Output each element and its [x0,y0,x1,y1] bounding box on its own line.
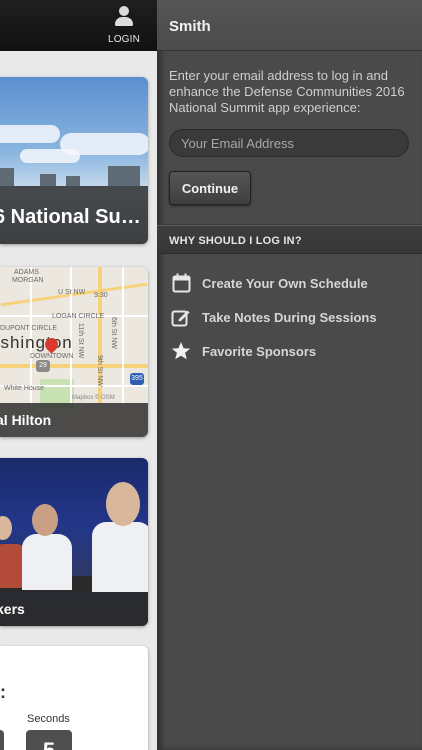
list-item: Favorite Sponsors [171,334,422,368]
feature-label: Create Your Own Schedule [202,275,368,291]
email-field[interactable] [169,129,409,157]
login-button[interactable]: LOGIN [103,6,145,46]
login-label: LOGIN [107,34,141,45]
map-label: 9th St NW [96,355,103,387]
star-icon [171,341,191,361]
map-label: 9:30 [94,292,108,299]
map-label: MORGAN [12,277,44,284]
list-item: Create Your Own Schedule [171,266,422,300]
map-attribution: Mapbox © OSM [72,395,115,401]
map-label: LOGAN CIRCLE [52,313,105,320]
map-street [122,267,124,403]
drawer-title: Smith [169,18,211,35]
person-image [92,522,148,592]
building-image [0,168,14,186]
person-image [106,482,140,526]
map-road [0,364,148,368]
login-intro-text: Enter your email address to log in and e… [169,68,405,115]
feature-list: Create Your Own Schedule Take Notes Duri… [157,254,422,368]
seconds-value: 5 [26,730,72,750]
main-content: LOGIN 6 National Su… ADAMS MORGAN U St N… [0,0,157,750]
person-image [22,534,72,590]
feature-label: Take Notes During Sessions [202,309,377,325]
seconds-label: Seconds [27,713,70,725]
card-caption: 6 National Su… [0,186,148,244]
list-item: Take Notes During Sessions [171,300,422,334]
person-image [0,516,12,540]
cloud-image [0,125,60,143]
countdown-separator: : [0,682,6,702]
drawer-header: Smith [157,0,422,51]
calendar-icon [171,273,191,293]
card-caption: al Hilton [0,403,148,437]
pencil-icon [171,307,191,327]
building-image [108,166,140,186]
login-drawer: Smith Enter your email address to log in… [157,0,422,750]
map-label: DOWNTOWN [30,353,74,360]
building-image [66,176,80,186]
speakers-card[interactable]: kers [0,458,148,626]
route-shield-icon: 29 [36,360,50,372]
feature-label: Favorite Sponsors [202,343,317,359]
card-caption: kers [0,592,148,626]
map-label: DUPONT CIRCLE [0,325,58,332]
continue-button[interactable]: Continue [169,171,251,205]
map-label: ADAMS [14,269,39,276]
map-label: 11th St NW [77,323,84,359]
map-label: 6th St NW [110,317,117,349]
building-image [40,174,56,186]
map-label: White House [4,385,45,392]
interstate-shield-icon: 395 [130,373,144,385]
map-label: U St NW [58,289,86,296]
person-image [32,504,58,536]
venue-map-card[interactable]: ADAMS MORGAN U St NW 9:30 LOGAN CIRCLE D… [0,267,148,437]
login-form: Enter your email address to log in and e… [157,51,422,225]
top-bar: LOGIN [0,0,157,51]
event-card[interactable]: 6 National Su… [0,77,148,244]
countdown-card: : Seconds 5 [0,646,148,750]
why-login-header: WHY SHOULD I LOG IN? [157,225,422,254]
map-city-label: ashington [0,333,73,352]
countdown-box [0,730,4,750]
cloud-image [20,149,80,163]
user-icon [115,6,133,26]
